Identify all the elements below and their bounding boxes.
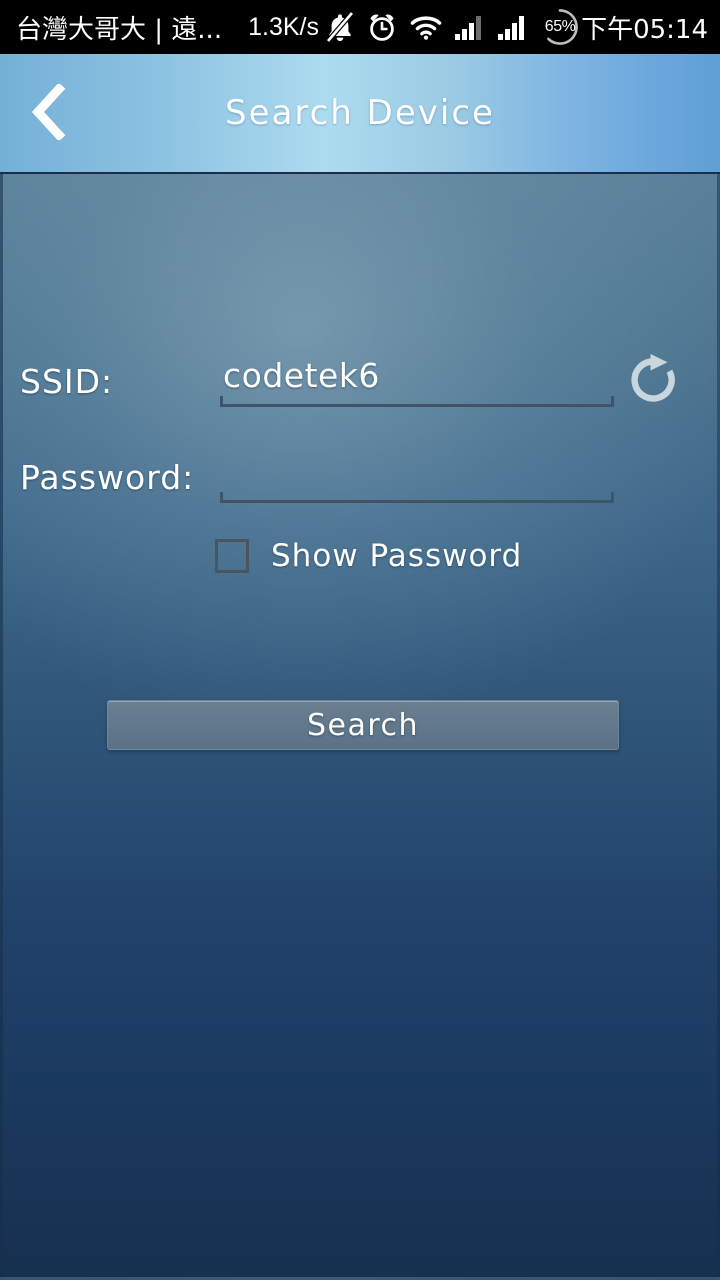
ssid-label: SSID: bbox=[20, 361, 114, 401]
app-header: Search Device bbox=[0, 54, 720, 172]
chevron-left-icon bbox=[30, 82, 70, 144]
network-speed-label: 1.3K/s bbox=[248, 12, 319, 41]
signal-bars-sim2-icon bbox=[497, 13, 529, 41]
refresh-icon bbox=[624, 351, 682, 413]
bell-muted-icon bbox=[325, 11, 355, 43]
status-bar: 台灣大哥大 | 遠... 1.3K/s 65% 下午05:14 bbox=[0, 0, 720, 54]
content-panel: SSID: codetek6 Password: Show Password S… bbox=[0, 172, 720, 1280]
password-label: Password: bbox=[20, 457, 195, 497]
search-button-label: Search bbox=[306, 707, 420, 743]
password-input[interactable] bbox=[220, 448, 614, 506]
show-password-checkbox[interactable] bbox=[215, 539, 249, 573]
phone-screen: 台灣大哥大 | 遠... 1.3K/s 65% 下午05:14 Search D… bbox=[0, 0, 720, 1280]
alarm-clock-icon bbox=[366, 11, 398, 43]
battery-ring-icon: 65% bbox=[540, 7, 580, 47]
status-bar-icons: 65% bbox=[325, 7, 580, 47]
show-password-label: Show Password bbox=[271, 538, 523, 574]
signal-bars-sim1-icon bbox=[454, 13, 486, 41]
clock-label: 下午05:14 bbox=[581, 14, 708, 45]
ssid-input-value: codetek6 bbox=[223, 356, 380, 395]
page-title: Search Device bbox=[225, 93, 495, 133]
search-button[interactable]: Search bbox=[107, 700, 619, 750]
ssid-input[interactable]: codetek6 bbox=[220, 352, 614, 410]
password-row: Password: bbox=[20, 448, 620, 506]
show-password-row[interactable]: Show Password bbox=[215, 538, 522, 574]
battery-percent-label: 65% bbox=[544, 18, 576, 35]
password-input-underline bbox=[220, 492, 614, 503]
ssid-input-underline bbox=[220, 396, 614, 407]
refresh-ssid-button[interactable] bbox=[618, 347, 688, 417]
ssid-row: SSID: codetek6 bbox=[20, 352, 620, 410]
carrier-label: 台灣大哥大 | 遠... bbox=[16, 14, 223, 45]
wifi-icon bbox=[409, 13, 443, 41]
back-button[interactable] bbox=[14, 80, 86, 148]
